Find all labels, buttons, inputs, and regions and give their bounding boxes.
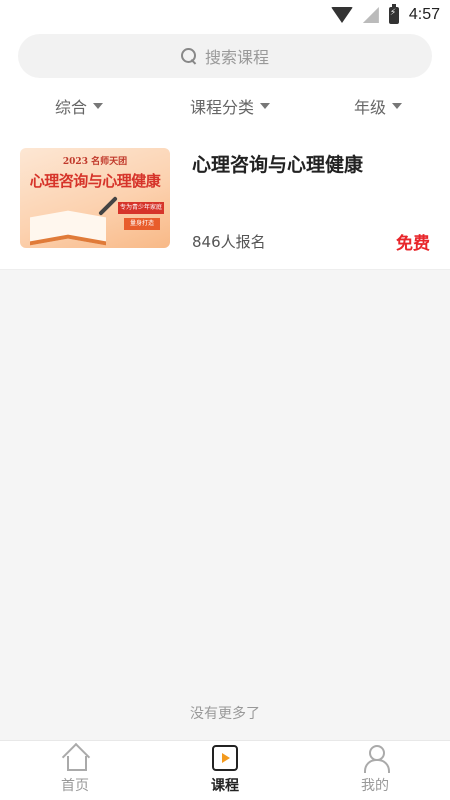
- tab-courses[interactable]: 课程: [175, 745, 275, 799]
- search-input[interactable]: 搜索课程: [18, 34, 432, 78]
- course-thumbnail: 2023 名师天团 心理咨询与心理健康 专为青少年家庭 量身打造: [20, 148, 170, 248]
- wifi-icon: [330, 7, 353, 23]
- tab-label: 首页: [61, 778, 89, 794]
- course-title: 心理咨询与心理健康: [192, 154, 364, 176]
- filter-category[interactable]: 课程分类: [190, 94, 271, 118]
- thumbnail-title-text: 心理咨询与心理健康: [29, 172, 161, 190]
- course-icon: [212, 745, 238, 771]
- filter-bar: 综合 课程分类 年级: [0, 88, 450, 124]
- tab-mine[interactable]: 我的: [325, 745, 425, 799]
- thumbnail-tag: 量身打造: [124, 218, 160, 230]
- status-bar: 4:57: [0, 0, 450, 30]
- filter-comprehensive[interactable]: 综合: [55, 94, 104, 118]
- tab-label: 我的: [361, 778, 389, 794]
- filter-label: 综合: [55, 98, 88, 117]
- header: 搜索课程 综合 课程分类 年级: [0, 30, 450, 130]
- thumbnail-year-text: 2023 名师天团: [62, 157, 128, 167]
- caret-down-icon: [93, 103, 104, 109]
- caret-down-icon: [392, 103, 403, 109]
- filter-label: 课程分类: [190, 98, 255, 117]
- course-price: 免费: [396, 234, 430, 254]
- filter-label: 年级: [354, 98, 387, 117]
- filter-grade[interactable]: 年级: [354, 94, 403, 118]
- user-icon: [362, 745, 390, 773]
- battery-charging-icon: [388, 3, 399, 24]
- search-placeholder: 搜索课程: [204, 48, 269, 67]
- search-icon: [180, 48, 197, 64]
- thumbnail-tag: 专为青少年家庭: [118, 202, 164, 214]
- home-icon: [62, 745, 88, 771]
- no-signal-icon: [362, 7, 379, 23]
- tab-home[interactable]: 首页: [25, 745, 125, 799]
- tab-label: 课程: [211, 778, 239, 794]
- course-list-item[interactable]: 2023 名师天团 心理咨询与心理健康 专为青少年家庭 量身打造 心理咨询与心理…: [0, 130, 450, 270]
- bottom-tab-bar: 首页 课程 我的: [0, 740, 450, 800]
- clock: 4:57: [408, 6, 440, 23]
- enroll-count: 846人报名: [192, 233, 266, 251]
- list-end-text: 没有更多了: [190, 706, 260, 722]
- caret-down-icon: [260, 103, 271, 109]
